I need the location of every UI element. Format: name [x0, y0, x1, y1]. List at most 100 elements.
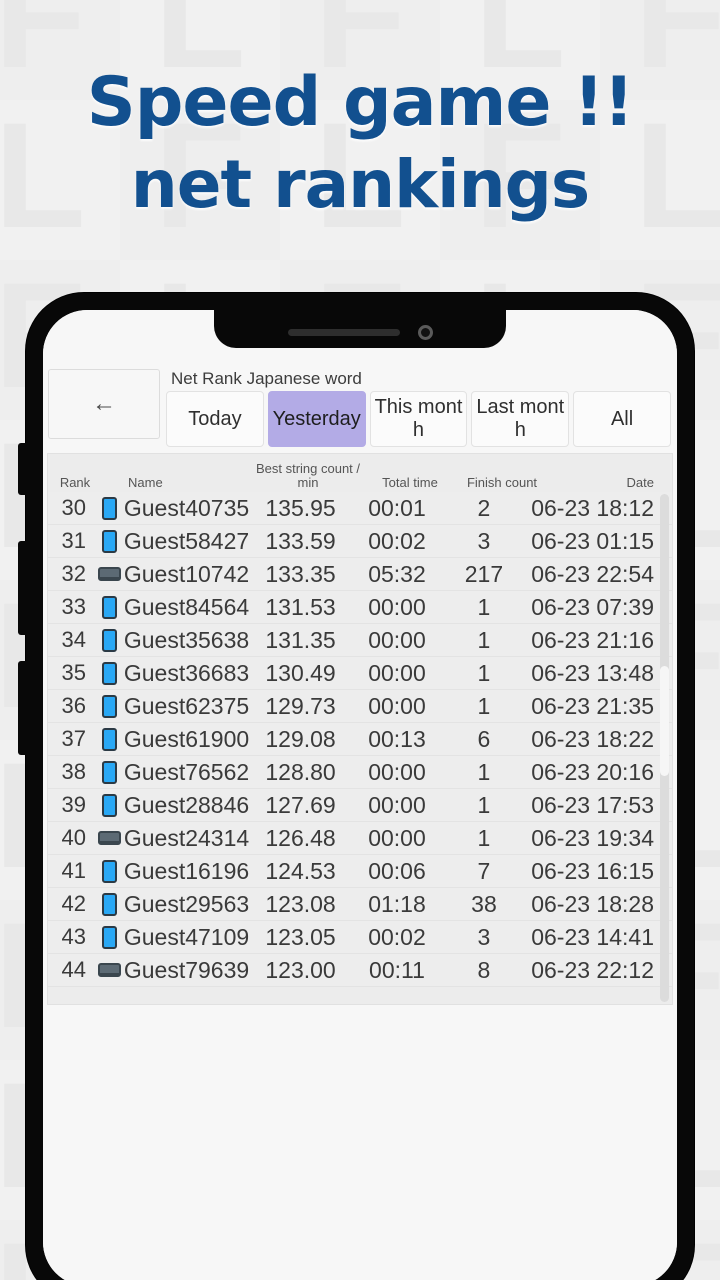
- table-row[interactable]: 31 Guest58427 133.59 00:02 3 06-23 01:15: [48, 525, 672, 558]
- row-name: Guest61900: [123, 725, 250, 752]
- phone-icon: [102, 661, 118, 685]
- tab-today[interactable]: Today: [166, 391, 264, 447]
- device-cell: [95, 793, 123, 817]
- tablet-icon: [98, 567, 122, 581]
- table-column-headers: Rank Name Best string count / min Total …: [48, 454, 672, 492]
- row-rank: 44: [61, 957, 86, 982]
- table-row[interactable]: 39 Guest28846 127.69 00:00 1 06-23 17:53: [48, 789, 672, 822]
- tablet-icon: [98, 963, 122, 977]
- row-best-count: 131.53: [265, 593, 336, 620]
- row-finish-count: 1: [477, 791, 491, 818]
- row-best-count: 129.73: [265, 692, 336, 719]
- tab-last-month[interactable]: Last month: [471, 391, 570, 447]
- table-row[interactable]: 37 Guest61900 129.08 00:13 6 06-23 18:22: [48, 723, 672, 756]
- row-rank: 36: [61, 693, 86, 718]
- device-cell: [95, 925, 123, 949]
- row-date: 06-23 21:35: [531, 692, 654, 719]
- tablet-icon: [98, 831, 122, 845]
- device-cell: [95, 661, 123, 685]
- column-header-total-time: Total time: [382, 475, 438, 490]
- period-tabs: Today Yesterday This month Last month All: [166, 391, 671, 447]
- row-finish-count: 1: [477, 692, 491, 719]
- row-total-time: 00:00: [368, 626, 426, 653]
- headline-line-1: Speed game !!: [86, 63, 634, 142]
- row-rank: 30: [61, 495, 86, 520]
- back-button[interactable]: ←: [48, 369, 160, 439]
- row-finish-count: 1: [477, 626, 491, 653]
- volume-down-button[interactable]: [18, 661, 28, 755]
- tab-label: Today: [188, 407, 242, 430]
- column-header-best-string-count: Best string count / min: [255, 461, 361, 490]
- phone-icon: [102, 892, 118, 916]
- row-total-time: 00:00: [368, 791, 426, 818]
- column-header-date: Date: [626, 475, 654, 490]
- table-row[interactable]: 30 Guest40735 135.95 00:01 2 06-23 18:12: [48, 492, 672, 525]
- row-name: Guest62375: [123, 692, 250, 719]
- device-cell: [95, 529, 123, 553]
- table-body: 30 Guest40735 135.95 00:01 2 06-23 18:12 31 Gue…: [48, 492, 672, 987]
- row-best-count: 129.08: [265, 725, 336, 752]
- table-row[interactable]: 32 Guest10742 133.35 05:32 217 06-23 22:54: [48, 558, 672, 591]
- column-header-name: Name: [128, 475, 163, 490]
- row-date: 06-23 16:15: [531, 857, 654, 884]
- device-cell: [95, 892, 123, 916]
- phone-icon: [102, 760, 118, 784]
- row-date: 06-23 01:15: [531, 527, 654, 554]
- table-row[interactable]: 42 Guest29563 123.08 01:18 38 06-23 18:28: [48, 888, 672, 921]
- phone-icon: [102, 859, 118, 883]
- table-row[interactable]: 34 Guest35638 131.35 00:00 1 06-23 21:16: [48, 624, 672, 657]
- row-name: Guest84564: [123, 593, 250, 620]
- row-date: 06-23 14:41: [531, 923, 654, 950]
- speaker-grille-icon: [287, 328, 400, 336]
- device-cell: [95, 831, 123, 845]
- row-finish-count: 1: [477, 824, 491, 851]
- table-scrollbar-thumb[interactable]: [660, 666, 669, 776]
- row-rank: 43: [61, 924, 86, 949]
- tab-this-month[interactable]: This month: [369, 391, 468, 447]
- row-finish-count: 7: [477, 857, 491, 884]
- row-best-count: 123.00: [265, 956, 336, 983]
- table-row[interactable]: 40 Guest24314 126.48 00:00 1 06-23 19:34: [48, 822, 672, 855]
- row-date: 06-23 18:12: [531, 494, 654, 521]
- table-row[interactable]: 33 Guest84564 131.53 00:00 1 06-23 07:39: [48, 591, 672, 624]
- row-date: 06-23 20:16: [531, 758, 654, 785]
- row-best-count: 128.80: [265, 758, 336, 785]
- volume-up-button[interactable]: [18, 541, 28, 635]
- row-total-time: 01:18: [368, 890, 426, 917]
- table-scrollbar[interactable]: [660, 494, 669, 1002]
- table-row[interactable]: 44 Guest79639 123.00 00:11 8 06-23 22:12: [48, 954, 672, 987]
- row-name: Guest58427: [123, 527, 250, 554]
- device-cell: [95, 859, 123, 883]
- row-rank: 33: [61, 594, 86, 619]
- row-best-count: 127.69: [265, 791, 336, 818]
- row-date: 06-23 22:12: [531, 956, 654, 983]
- tab-label: This month: [374, 396, 463, 441]
- phone-icon: [102, 595, 118, 619]
- row-finish-count: 3: [477, 527, 491, 554]
- phone-icon: [102, 727, 118, 751]
- table-row[interactable]: 43 Guest47109 123.05 00:02 3 06-23 14:41: [48, 921, 672, 954]
- phone-icon: [102, 529, 118, 553]
- row-rank: 40: [61, 825, 86, 850]
- row-name: Guest29563: [123, 890, 250, 917]
- tab-yesterday[interactable]: Yesterday: [267, 391, 366, 447]
- table-row[interactable]: 38 Guest76562 128.80 00:00 1 06-23 20:16: [48, 756, 672, 789]
- row-name: Guest10742: [123, 560, 250, 587]
- row-best-count: 133.59: [265, 527, 336, 554]
- mute-switch-button[interactable]: [18, 443, 28, 495]
- table-row[interactable]: 41 Guest16196 124.53 00:06 7 06-23 16:15: [48, 855, 672, 888]
- row-name: Guest47109: [123, 923, 250, 950]
- table-row[interactable]: 35 Guest36683 130.49 00:00 1 06-23 13:48: [48, 657, 672, 690]
- row-date: 06-23 18:28: [531, 890, 654, 917]
- tab-all[interactable]: All: [573, 391, 671, 447]
- device-cell: [95, 963, 123, 977]
- table-row[interactable]: 36 Guest62375 129.73 00:00 1 06-23 21:35: [48, 690, 672, 723]
- row-total-time: 00:13: [368, 725, 426, 752]
- row-name: Guest40735: [123, 494, 250, 521]
- row-date: 06-23 22:54: [531, 560, 654, 587]
- row-finish-count: 1: [477, 593, 491, 620]
- device-cell: [95, 760, 123, 784]
- row-best-count: 131.35: [265, 626, 336, 653]
- tab-label: Last month: [476, 396, 565, 441]
- row-best-count: 123.08: [265, 890, 336, 917]
